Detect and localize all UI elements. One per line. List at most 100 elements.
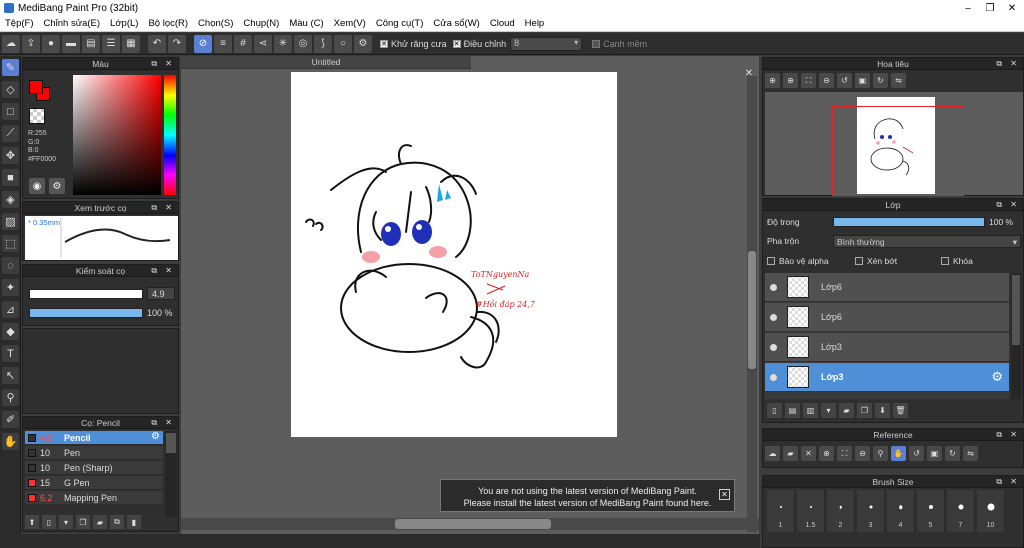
fit-icon[interactable]: ⛶ — [801, 73, 816, 88]
canvas-vertical-scrollbar[interactable] — [747, 76, 757, 532]
brush-item[interactable]: 4.9 Pencil ⚙ — [25, 431, 163, 445]
palette-icon[interactable]: ◉ — [29, 178, 45, 194]
eraser-tool-icon[interactable]: ◇ — [2, 81, 19, 98]
blend-mode-select[interactable]: Bình thường — [833, 235, 1021, 248]
hand-tool-icon[interactable]: ✋ — [2, 433, 19, 450]
panel-controls[interactable]: ⧉ ✕ — [996, 429, 1020, 441]
brush-item[interactable]: 10 Pen (Sharp) — [25, 461, 163, 475]
ring-icon[interactable]: ○ — [334, 34, 352, 53]
redo-icon[interactable]: ↷ — [168, 34, 186, 53]
menu-select[interactable]: Chọn(S) — [193, 18, 238, 29]
close-button[interactable]: ✕ — [1002, 0, 1022, 16]
panel-controls[interactable]: ⧉ ✕ — [151, 417, 175, 429]
layer-row[interactable]: Lớp3 ⚙ — [765, 363, 1009, 392]
parallel-snap-icon[interactable]: ≡ — [214, 34, 232, 53]
brush-size-preset[interactable]: 5 — [917, 490, 945, 532]
panel-controls[interactable]: ⧉ ✕ — [151, 265, 175, 277]
layer-row[interactable]: Lớp6 — [765, 273, 1009, 302]
ref-rotate-left-icon[interactable]: ↺ — [909, 446, 924, 461]
layer-settings-icon[interactable]: ⚙ — [991, 369, 1003, 385]
shape-tool-icon[interactable]: □ — [2, 103, 19, 120]
drawing-canvas[interactable]: ToTNguyenNa #Hỏi đáp 24,7 — [291, 72, 617, 437]
menu-cloud[interactable]: Cloud — [485, 18, 520, 29]
ref-flip-icon[interactable]: ⇋ — [963, 446, 978, 461]
ref-close-icon[interactable]: ✕ — [801, 446, 816, 461]
cross-snap-icon[interactable]: # — [234, 34, 252, 53]
bucket-tool-icon[interactable]: ◈ — [2, 191, 19, 208]
brush-duplicate-icon[interactable]: ⧉ — [110, 515, 124, 529]
ref-folder-icon[interactable]: ▰ — [783, 446, 798, 461]
maximize-button[interactable]: ❐ — [980, 0, 1000, 16]
close-notification-icon[interactable]: ✕ — [719, 489, 730, 500]
gradient-tool-icon[interactable]: ▨ — [2, 213, 19, 230]
radial-snap-icon[interactable]: ✳ — [274, 34, 292, 53]
menu-file[interactable]: Tệp(F) — [0, 18, 39, 29]
select-eraser-tool-icon[interactable]: ◆ — [2, 323, 19, 340]
antialias-checkbox[interactable]: ✕ — [380, 39, 388, 48]
canvas-tab[interactable]: Untitled — [181, 56, 471, 69]
layer-row[interactable]: Lớp6 — [765, 303, 1009, 332]
text-tool-icon[interactable]: T — [2, 345, 19, 362]
document-icon[interactable]: ▤ — [82, 34, 100, 53]
undo-icon[interactable]: ↶ — [148, 34, 166, 53]
dot-tool-icon[interactable]: ⟋ — [2, 125, 19, 142]
menu-color[interactable]: Màu (C) — [284, 18, 328, 29]
comment-icon[interactable]: ▬ — [62, 34, 80, 53]
brush-opacity-slider[interactable] — [29, 308, 143, 318]
color-settings-icon[interactable]: ⚙ — [49, 178, 65, 194]
visibility-eye-icon[interactable] — [770, 313, 777, 321]
merge-layer-icon[interactable]: ⬇ — [875, 403, 890, 418]
soft-edge-checkbox[interactable] — [592, 39, 601, 48]
ref-zoom-in-icon[interactable]: ⊕ — [819, 446, 834, 461]
menu-snap[interactable]: Chụp(N) — [238, 18, 284, 29]
brush-size-preset[interactable]: 1 — [767, 490, 795, 532]
panel-controls[interactable]: ⧉ ✕ — [996, 199, 1020, 211]
brush-list-scrollbar[interactable] — [165, 431, 177, 517]
ref-zoom-out-icon[interactable]: ⊖ — [855, 446, 870, 461]
brush-size-preset[interactable]: 1.5 — [797, 490, 825, 532]
brush-folder-icon[interactable]: ▰ — [93, 515, 107, 529]
menu-view[interactable]: Xem(V) — [329, 18, 371, 29]
visibility-eye-icon[interactable] — [770, 283, 777, 291]
ref-actual-size-icon[interactable]: ▣ — [927, 446, 942, 461]
ref-fit-icon[interactable]: ⛶ — [837, 446, 852, 461]
update-notification[interactable]: You are not using the latest version of … — [440, 479, 735, 512]
circle-snap-icon[interactable]: ◎ — [294, 34, 312, 53]
lasso-tool-icon[interactable]: ◌ — [2, 257, 19, 274]
new-halftone-layer-icon[interactable]: ▤ — [785, 403, 800, 418]
brush-item[interactable]: 15 G Pen — [25, 476, 163, 490]
brush-size-preset[interactable]: 10 — [977, 490, 1005, 532]
magic-wand-tool-icon[interactable]: ✦ — [2, 279, 19, 296]
layer-list-scrollbar[interactable] — [1011, 273, 1021, 399]
brush-size-preset[interactable]: 3 — [857, 490, 885, 532]
menu-tools[interactable]: Công cụ(T) — [371, 18, 429, 29]
brush-size-slider[interactable] — [29, 289, 143, 299]
lock-checkbox[interactable] — [941, 257, 949, 265]
foreground-color-swatch[interactable] — [29, 80, 43, 94]
curve-snap-icon[interactable]: ⟆ — [314, 34, 332, 53]
brush-item[interactable]: 6.2 Mapping Pen — [25, 491, 163, 505]
menu-edit[interactable]: Chỉnh sửa(E) — [39, 18, 106, 29]
rotate-right-icon[interactable]: ↻ — [873, 73, 888, 88]
correction-select[interactable]: 8 — [510, 36, 583, 51]
flip-icon[interactable]: ⇋ — [891, 73, 906, 88]
chat-icon[interactable]: ● — [42, 34, 60, 53]
new-layer-icon[interactable]: ▯ — [767, 403, 782, 418]
brush-size-value[interactable]: 4.9 — [147, 287, 175, 300]
panel-controls[interactable]: ⧉ ✕ — [151, 58, 175, 70]
select-pen-tool-icon[interactable]: ⊿ — [2, 301, 19, 318]
ref-hand-icon[interactable]: ✋ — [891, 446, 906, 461]
eyedropper-tool-icon[interactable]: ⚲ — [2, 389, 19, 406]
brush-item[interactable]: 10 Pen — [25, 446, 163, 460]
brush-tool-icon[interactable]: ✎ — [2, 59, 19, 76]
layer-row[interactable]: Lớp3 — [765, 333, 1009, 362]
saturation-value-picker[interactable] — [73, 75, 161, 195]
minimize-button[interactable]: – — [958, 0, 978, 16]
correction-checkbox[interactable]: ✕ — [452, 39, 461, 48]
zoom-in-icon[interactable]: ⊕ — [765, 73, 780, 88]
navigator-preview[interactable] — [765, 92, 1023, 196]
ref-eyedropper-icon[interactable]: ⚲ — [873, 446, 888, 461]
rotate-left-icon[interactable]: ↺ — [837, 73, 852, 88]
protect-alpha-checkbox[interactable] — [767, 257, 775, 265]
visibility-eye-icon[interactable] — [770, 343, 777, 351]
